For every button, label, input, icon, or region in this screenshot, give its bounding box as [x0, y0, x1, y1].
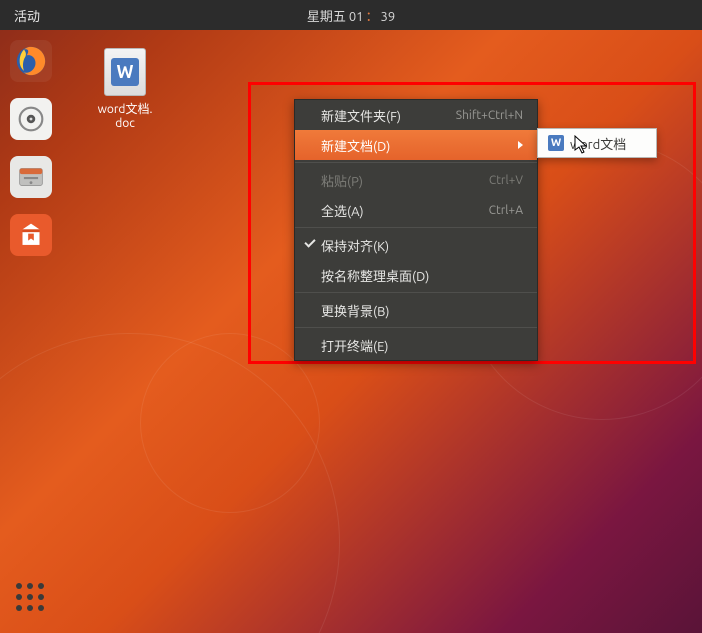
menu-change-background[interactable]: 更换背景(B) [295, 295, 537, 325]
word-file-icon: W [104, 48, 146, 96]
new-document-submenu: W word文档 [537, 128, 657, 158]
clock[interactable]: 星期五 01：39 [307, 6, 395, 25]
menu-label: 全选(A) [321, 201, 364, 220]
menu-organize-by-name[interactable]: 按名称整理桌面(D) [295, 260, 537, 290]
menu-keep-aligned[interactable]: 保持对齐(K) [295, 230, 537, 260]
clock-min: 39 [381, 10, 396, 24]
word-icon: W [548, 135, 564, 151]
word-badge: W [111, 58, 139, 86]
dock [0, 30, 62, 633]
show-applications-icon[interactable] [16, 583, 44, 611]
clock-day: 星期五 [307, 10, 346, 24]
desktop[interactable]: 活动 星期五 01：39 W word文档. doc [0, 0, 702, 633]
menu-label: 保持对齐(K) [321, 236, 389, 255]
activities-button[interactable]: 活动 [0, 6, 54, 25]
menu-label: 粘贴(P) [321, 171, 363, 190]
menu-separator [295, 162, 537, 163]
submenu-word-doc[interactable]: W word文档 [538, 129, 656, 157]
mouse-cursor-icon [574, 135, 590, 159]
menu-label: 新建文件夹(F) [321, 106, 401, 125]
menu-shortcut: Ctrl+V [489, 174, 523, 187]
check-icon [304, 236, 315, 247]
firefox-icon[interactable] [10, 40, 52, 82]
menu-new-folder[interactable]: 新建文件夹(F) Shift+Ctrl+N [295, 100, 537, 130]
top-bar: 活动 星期五 01：39 [0, 0, 702, 30]
files-icon[interactable] [10, 156, 52, 198]
menu-open-terminal[interactable]: 打开终端(E) [295, 330, 537, 360]
clock-hour: 01 [349, 10, 364, 24]
decoration [140, 333, 320, 513]
clock-colon: ： [365, 10, 378, 24]
file-label-line1: word文档. [90, 100, 160, 117]
menu-label: 按名称整理桌面(D) [321, 266, 429, 285]
menu-shortcut: Shift+Ctrl+N [456, 109, 523, 122]
software-icon[interactable] [10, 214, 52, 256]
menu-label: 打开终端(E) [321, 336, 388, 355]
menu-separator [295, 292, 537, 293]
file-label-line2: doc [90, 117, 160, 130]
menu-separator [295, 327, 537, 328]
menu-new-document[interactable]: 新建文档(D) [295, 130, 537, 160]
rhythmbox-icon[interactable] [10, 98, 52, 140]
submenu-arrow-icon [518, 141, 523, 149]
menu-label: 新建文档(D) [321, 136, 390, 155]
menu-paste: 粘贴(P) Ctrl+V [295, 165, 537, 195]
menu-separator [295, 227, 537, 228]
desktop-file-word-doc[interactable]: W word文档. doc [90, 48, 160, 130]
menu-shortcut: Ctrl+A [489, 204, 523, 217]
menu-label: 更换背景(B) [321, 301, 389, 320]
desktop-context-menu: 新建文件夹(F) Shift+Ctrl+N 新建文档(D) 粘贴(P) Ctrl… [294, 99, 538, 361]
menu-select-all[interactable]: 全选(A) Ctrl+A [295, 195, 537, 225]
